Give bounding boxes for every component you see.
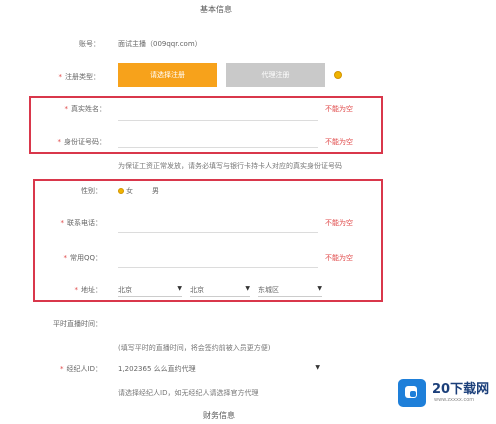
chevron-down-icon: ▼ <box>245 285 250 292</box>
agent-id-hint: 请选择经纪人ID，如无经纪人请选择官方代理 <box>118 389 259 397</box>
district-select[interactable]: 东城区 ▼ <box>258 285 322 297</box>
account-value: 面试主播（009qqr.com） <box>118 40 202 48</box>
account-label: 账号： <box>79 40 100 48</box>
gender-option-male[interactable]: 男 <box>152 186 159 196</box>
real-name-error: 不能为空 <box>325 105 353 113</box>
real-name-label: * 真实姓名： <box>64 105 107 113</box>
id-number-input[interactable] <box>118 147 318 148</box>
real-name-input[interactable] <box>118 120 318 121</box>
live-time-label: 平时直播时间： <box>53 320 102 328</box>
register-type-option-2[interactable]: 代理注册 <box>226 63 325 87</box>
id-number-error: 不能为空 <box>325 138 353 146</box>
qq-error: 不能为空 <box>325 254 353 262</box>
coin-icon <box>334 71 342 79</box>
watermark-url: www.zxxxx.com <box>434 397 475 403</box>
province-select[interactable]: 北京 ▼ <box>118 285 182 297</box>
register-type-option-1[interactable]: 请选择注册 <box>118 63 217 87</box>
qq-input[interactable] <box>118 267 318 268</box>
live-time-hint: (填写平时的直播时间，将会签约前被入员更方便) <box>118 344 271 352</box>
chevron-down-icon: ▼ <box>315 364 320 371</box>
gender-option-female[interactable]: 女 <box>118 186 133 196</box>
phone-label: * 联系电话： <box>60 219 103 227</box>
id-hint: 为保证工资正常发放，请务必填写与银行卡持卡人对应的真实身份证号码 <box>118 162 342 170</box>
qq-label: * 常用QQ： <box>63 254 102 262</box>
section-title-basic: 基本信息 <box>200 5 232 14</box>
id-number-label: * 身份证号码： <box>57 138 107 146</box>
agent-id-label: * 经纪人ID： <box>60 365 102 373</box>
site-logo-icon <box>398 379 426 407</box>
radio-checked-icon <box>118 188 124 194</box>
register-type-label: * 注册类型： <box>58 73 101 81</box>
section-title-finance: 财务信息 <box>203 411 235 420</box>
watermark-name: 20下载网 <box>432 382 490 397</box>
highlight-box-contact <box>33 179 383 302</box>
gender-label: 性别： <box>81 187 102 195</box>
address-label: * 地址： <box>74 286 103 294</box>
phone-input[interactable] <box>118 232 318 233</box>
city-select[interactable]: 北京 ▼ <box>190 285 250 297</box>
agent-id-select[interactable]: 1,202365 么么直约代理 ▼ <box>118 364 320 376</box>
chevron-down-icon: ▼ <box>317 285 322 292</box>
chevron-down-icon: ▼ <box>177 285 182 292</box>
phone-error: 不能为空 <box>325 219 353 227</box>
